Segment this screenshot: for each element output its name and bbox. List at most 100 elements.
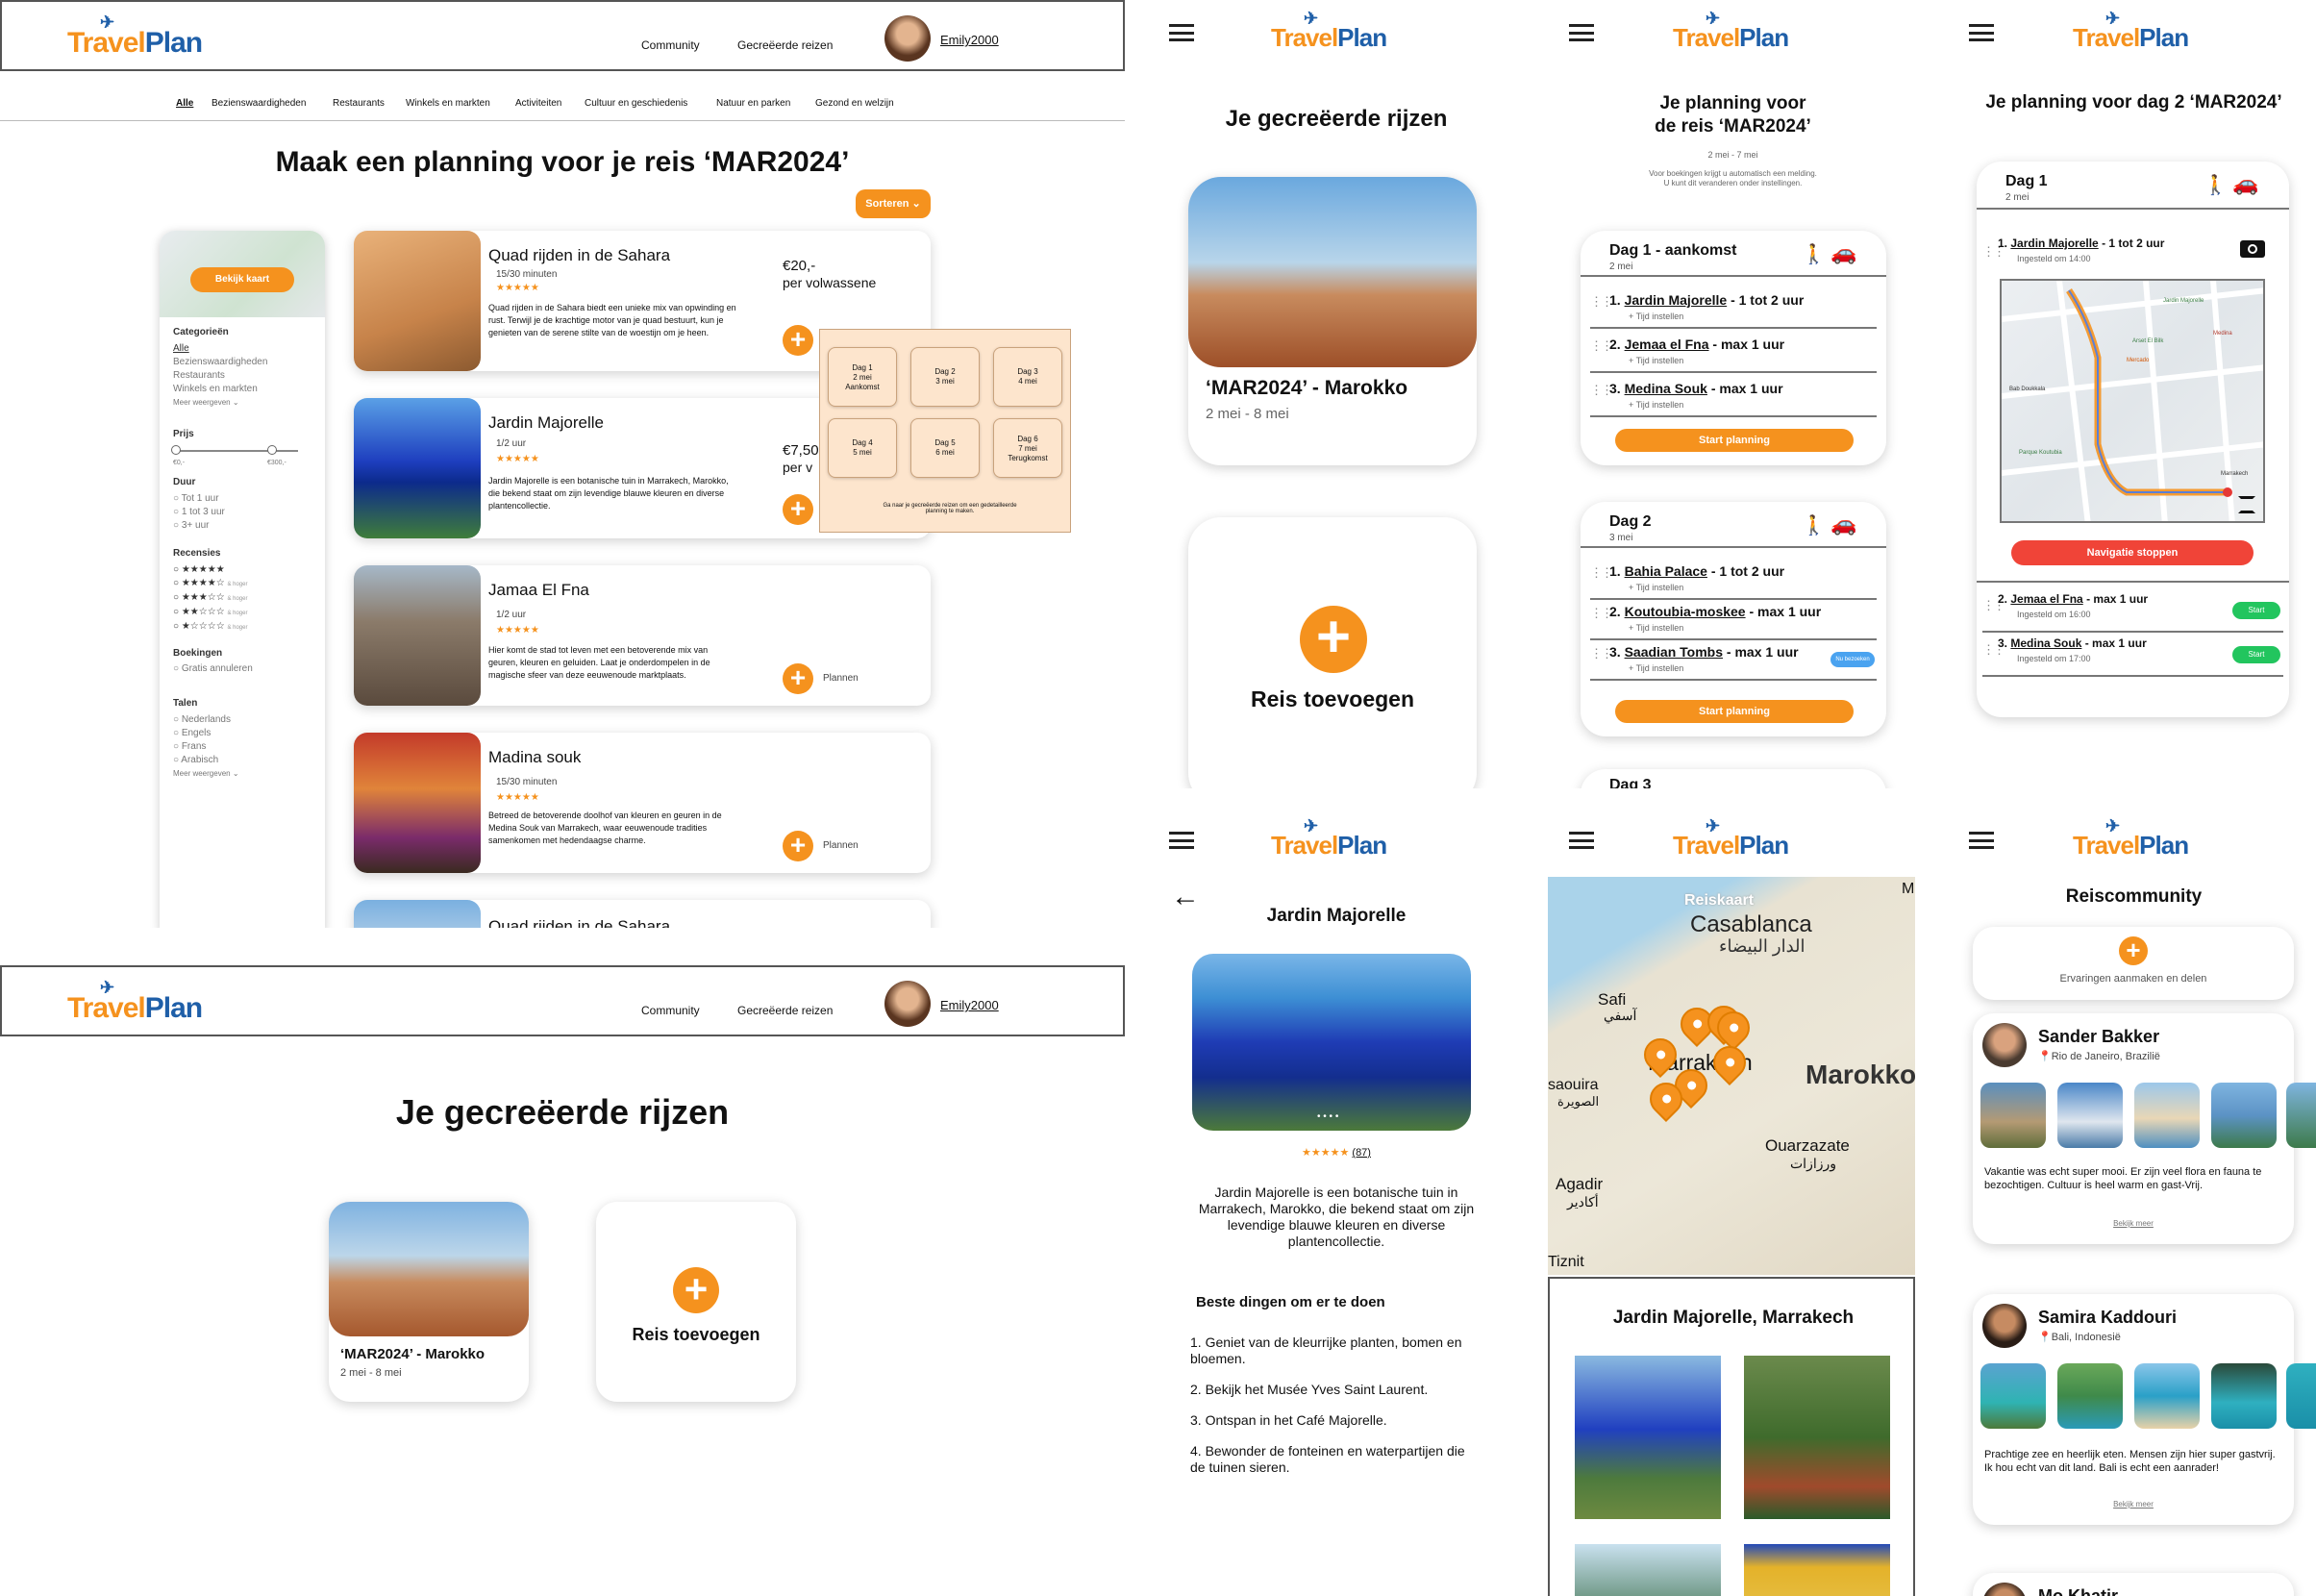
item-place-link[interactable]: Jemaa el Fna	[2010, 592, 2082, 606]
travelplan-logo[interactable]: ✈ TravelPlan	[2073, 816, 2189, 860]
nav-community-link[interactable]: Community	[641, 38, 700, 52]
visit-now-badge[interactable]: Nu bezoeken	[1830, 652, 1875, 667]
free-cancel-option[interactable]: ○ Gratis annuleren	[173, 663, 253, 674]
avatar[interactable]	[1982, 1023, 2027, 1067]
activity-card[interactable]: Jamaa El Fna 1/2 uur ★★★★★ Hier komt de …	[354, 565, 931, 706]
hamburger-menu-icon[interactable]	[1969, 832, 1994, 849]
plan-item[interactable]: ⋮⋮ 1. Jardin Majorelle - 1 tot 2 uur + T…	[1590, 290, 1877, 329]
post-author[interactable]: Samira Kaddouri	[2038, 1308, 2177, 1328]
review-option[interactable]: ○ ★★★★☆ & hoger	[173, 577, 247, 591]
category-alle[interactable]: Alle	[173, 342, 267, 356]
item-place-link[interactable]: Bahia Palace	[1625, 563, 1707, 579]
avatar[interactable]	[884, 981, 931, 1027]
tab-activiteiten[interactable]: Activiteiten	[515, 98, 561, 109]
language-option[interactable]: ○ Engels	[173, 727, 239, 740]
fullscreen-icon[interactable]	[2238, 496, 2255, 513]
tab-restaurants[interactable]: Restaurants	[333, 98, 385, 109]
day-option[interactable]: Dag 12 mei Aankomst	[828, 347, 897, 407]
hamburger-menu-icon[interactable]	[1969, 24, 1994, 41]
tab-winkels[interactable]: Winkels en markten	[406, 98, 490, 109]
travelplan-logo[interactable]: ✈ TravelPlan	[1673, 816, 1789, 860]
drag-handle-icon[interactable]: ⋮⋮	[1590, 338, 1613, 354]
plan-label[interactable]: Plannen	[823, 840, 859, 851]
stop-navigation-button[interactable]: Navigatie stoppen	[2011, 540, 2254, 565]
post-photo[interactable]	[2057, 1363, 2123, 1429]
read-more-link[interactable]: Bekijk meer	[1973, 1219, 2294, 1228]
price-slider[interactable]	[173, 450, 298, 452]
nav-community-link[interactable]: Community	[641, 1004, 700, 1017]
start-button[interactable]: Start	[2232, 646, 2280, 663]
post-photo[interactable]	[2057, 1083, 2123, 1148]
place-photo[interactable]	[1575, 1544, 1721, 1596]
day-option[interactable]: Dag 45 mei	[828, 418, 897, 478]
walking-icon[interactable]: 🚶	[1802, 513, 1826, 537]
post-photo[interactable]	[2211, 1083, 2277, 1148]
activity-card[interactable]: Quad rijden in de Sahara	[354, 900, 931, 928]
nav-trips-link[interactable]: Gecreëerde reizen	[737, 1004, 833, 1017]
nav-username-link[interactable]: Emily2000	[940, 998, 999, 1012]
activity-card[interactable]: Madina souk 15/30 minuten ★★★★★ Betreed …	[354, 733, 931, 873]
avatar[interactable]	[1982, 1304, 2027, 1348]
place-photo[interactable]	[1744, 1356, 1890, 1519]
post-author[interactable]: Sander Bakker	[2038, 1027, 2159, 1047]
travel-map[interactable]: Reiskaart Casablanca الدار البيضاء Safi …	[1548, 877, 1915, 1275]
item-place-link[interactable]: Saadian Tombs	[1625, 644, 1723, 660]
car-icon[interactable]: 🚗	[1830, 511, 1856, 536]
travelplan-logo[interactable]: ✈ TravelPlan	[1673, 9, 1789, 53]
drag-handle-icon[interactable]: ⋮⋮	[1590, 383, 1613, 398]
review-option[interactable]: ○ ★★★★★	[173, 563, 247, 577]
view-map-button[interactable]: Bekijk kaart	[190, 267, 294, 292]
review-count-link[interactable]: (87)	[1352, 1147, 1371, 1159]
plan-item[interactable]: ⋮⋮ 2. Jemaa el Fna - max 1 uur Ingesteld…	[1982, 590, 2283, 633]
plan-item[interactable]: ⋮⋮ 3. Medina Souk - max 1 uur + Tijd ins…	[1590, 379, 1877, 417]
category-restaurants[interactable]: Restaurants	[173, 369, 267, 383]
place-photo[interactable]: • • • •	[1192, 954, 1471, 1131]
add-trip-card[interactable]: + Reis toevoegen	[1188, 517, 1477, 788]
more-link[interactable]: Meer weergeven ⌄	[173, 767, 239, 781]
post-photo[interactable]	[2286, 1083, 2316, 1148]
review-option[interactable]: ○ ★★★☆☆ & hoger	[173, 591, 247, 606]
review-option[interactable]: ○ ★★☆☆☆ & hoger	[173, 606, 247, 620]
drag-handle-icon[interactable]: ⋮⋮	[1590, 565, 1613, 581]
plan-item[interactable]: ⋮⋮ 1. Bahia Palace - 1 tot 2 uur + Tijd …	[1590, 561, 1877, 600]
plan-item[interactable]: ⋮⋮ 2. Jemaa el Fna - max 1 uur + Tijd in…	[1590, 335, 1877, 373]
hamburger-menu-icon[interactable]	[1169, 24, 1194, 41]
item-place-link[interactable]: Jemaa el Fna	[1625, 337, 1709, 352]
set-time-link[interactable]: Tijd instellen	[1636, 583, 1684, 592]
hamburger-menu-icon[interactable]	[1569, 24, 1594, 41]
avatar[interactable]	[1982, 1583, 2027, 1596]
item-place-link[interactable]: Medina Souk	[1625, 381, 1707, 396]
set-time-link[interactable]: Tijd instellen	[1636, 400, 1684, 410]
travelplan-logo[interactable]: ✈ TravelPlan	[67, 12, 203, 60]
plan-label[interactable]: Plannen	[823, 673, 859, 684]
post-photo[interactable]	[2134, 1363, 2200, 1429]
day-option[interactable]: Dag 67 mei Terugkomst	[993, 418, 1062, 478]
create-post-card[interactable]: + Ervaringen aanmaken en delen	[1973, 927, 2294, 1000]
car-icon[interactable]: 🚗	[1830, 240, 1856, 265]
hamburger-menu-icon[interactable]	[1169, 832, 1194, 849]
trip-card[interactable]: ‘MAR2024’ - Marokko 2 mei - 8 mei	[1188, 177, 1477, 465]
carousel-dots[interactable]: • • • •	[1317, 1111, 1338, 1122]
plan-item[interactable]: ⋮⋮ 3. Saadian Tombs - max 1 uur + Tijd i…	[1590, 642, 1877, 681]
category-bezienswaardigheden[interactable]: Bezienswaardigheden	[173, 356, 267, 369]
category-winkels[interactable]: Winkels en markten	[173, 383, 267, 396]
more-link[interactable]: Meer weergeven ⌄	[173, 396, 267, 410]
price-slider-handle-max[interactable]	[267, 445, 277, 455]
add-to-plan-button[interactable]: +	[783, 831, 813, 861]
map-pin-icon[interactable]	[1706, 1038, 1754, 1086]
day-option[interactable]: Dag 23 mei	[910, 347, 980, 407]
price-slider-handle-min[interactable]	[171, 445, 181, 455]
tab-cultuur[interactable]: Cultuur en geschiedenis	[585, 98, 687, 109]
day-option[interactable]: Dag 34 mei	[993, 347, 1062, 407]
add-trip-card[interactable]: + Reis toevoegen	[596, 1202, 796, 1402]
post-photo[interactable]	[2286, 1363, 2316, 1429]
item-place-link[interactable]: Koutoubia-moskee	[1625, 604, 1746, 619]
walking-icon[interactable]: 🚶	[2204, 173, 2228, 197]
item-place-link[interactable]: Jardin Majorelle	[2010, 237, 2098, 250]
nav-username-link[interactable]: Emily2000	[940, 33, 999, 47]
tab-gezond[interactable]: Gezond en welzijn	[815, 98, 894, 109]
travelplan-logo[interactable]: ✈ TravelPlan	[2073, 9, 2189, 53]
post-photo[interactable]	[1980, 1363, 2046, 1429]
avatar[interactable]	[884, 15, 931, 62]
add-to-plan-button[interactable]: +	[783, 494, 813, 525]
